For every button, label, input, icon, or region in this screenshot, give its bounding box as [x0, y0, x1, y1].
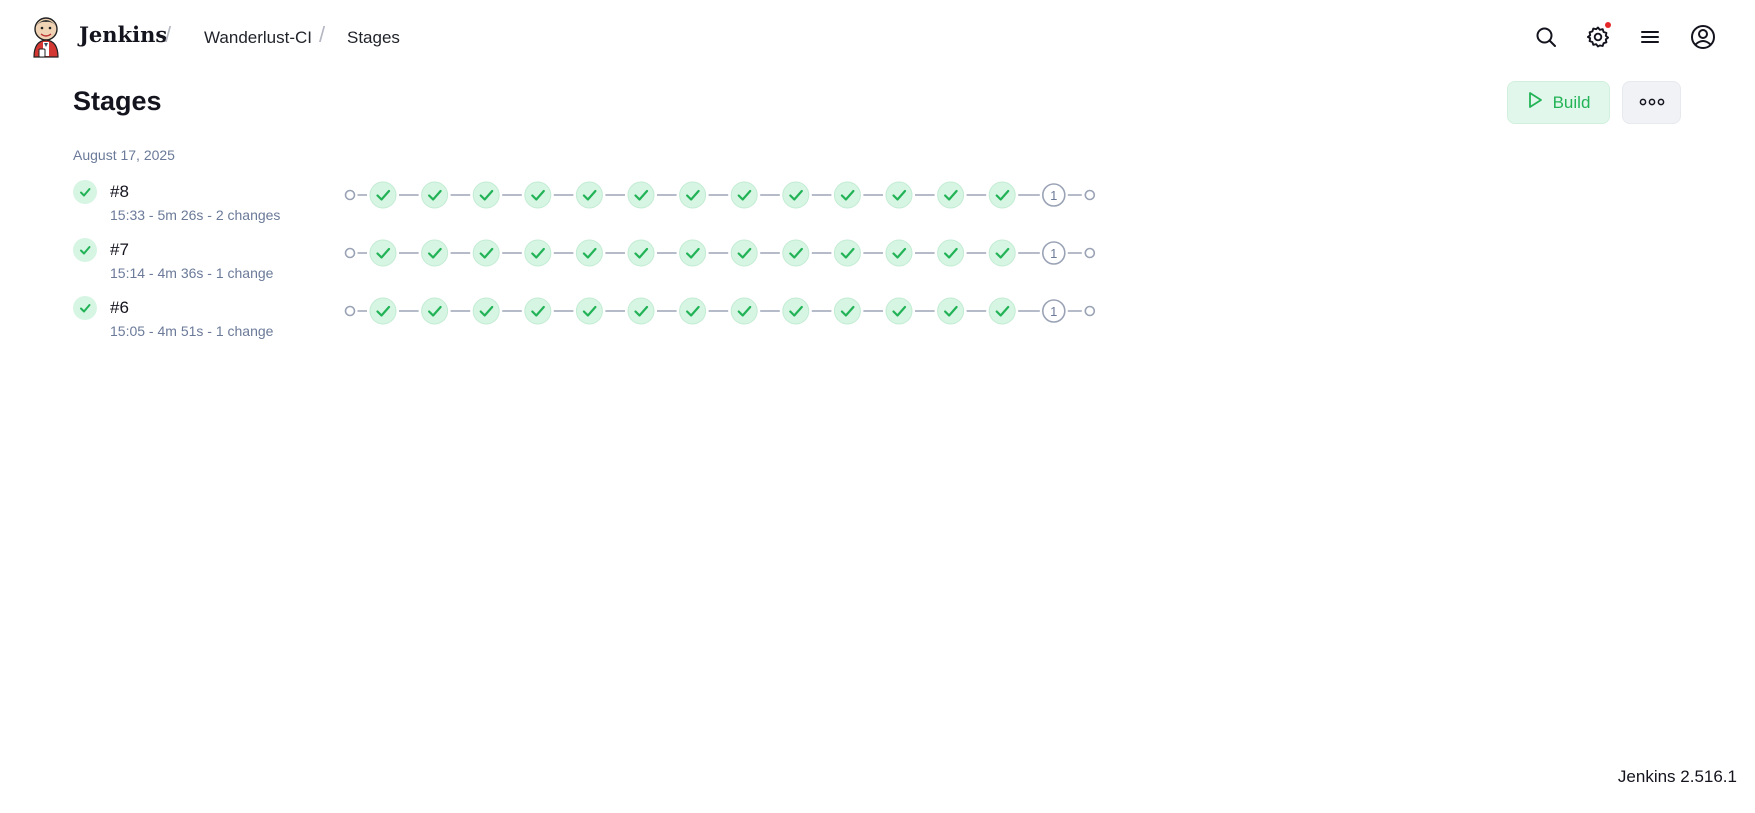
- stage-success-node[interactable]: [679, 181, 707, 209]
- breadcrumb-item-stages[interactable]: Stages: [347, 28, 400, 48]
- notification-dot: [1605, 22, 1611, 28]
- pipeline-end-node: [1084, 189, 1096, 201]
- build-meta: 15:33 - 5m 26s - 2 changes: [110, 207, 281, 223]
- build-status-success-icon[interactable]: [73, 296, 97, 320]
- svg-text:1: 1: [1050, 304, 1057, 319]
- stage-success-node[interactable]: [421, 181, 449, 209]
- stage-success-node[interactable]: [369, 297, 397, 325]
- stage-success-node[interactable]: [937, 297, 965, 325]
- stage-success-node[interactable]: [937, 239, 965, 267]
- pipeline-start-node: [344, 247, 356, 259]
- pipeline-end-node: [1084, 247, 1096, 259]
- stage-success-node[interactable]: [421, 239, 449, 267]
- stage-success-node[interactable]: [988, 239, 1016, 267]
- more-actions-button[interactable]: [1622, 81, 1681, 124]
- stage-success-node[interactable]: [885, 239, 913, 267]
- stage-success-node[interactable]: [369, 239, 397, 267]
- svg-text:1: 1: [1050, 188, 1057, 203]
- search-icon[interactable]: [1533, 24, 1559, 50]
- header-bar: Jenkins / Wanderlust-CI / Stages: [0, 0, 1755, 76]
- jenkins-version[interactable]: Jenkins 2.516.1: [1618, 767, 1737, 787]
- stage-pipeline: 1: [344, 297, 1105, 325]
- stage-pending-node[interactable]: 1: [1041, 299, 1066, 323]
- stage-success-node[interactable]: [988, 181, 1016, 209]
- build-button[interactable]: Build: [1507, 81, 1610, 124]
- stage-success-node[interactable]: [369, 181, 397, 209]
- stage-success-node[interactable]: [988, 297, 1016, 325]
- stage-success-node[interactable]: [627, 239, 655, 267]
- breadcrumb-separator: /: [319, 22, 326, 47]
- build-date-label: August 17, 2025: [73, 147, 175, 163]
- stage-success-node[interactable]: [472, 297, 500, 325]
- stage-success-node[interactable]: [421, 297, 449, 325]
- stage-success-node[interactable]: [679, 297, 707, 325]
- stage-success-node[interactable]: [679, 239, 707, 267]
- pipeline-start-node: [344, 305, 356, 317]
- breadcrumb-separator: /: [165, 22, 172, 47]
- build-row: #8 15:33 - 5m 26s - 2 changes 1: [73, 180, 1113, 232]
- stage-success-node[interactable]: [524, 297, 552, 325]
- stage-success-node[interactable]: [937, 181, 965, 209]
- stage-success-node[interactable]: [885, 181, 913, 209]
- stage-pipeline: 1: [344, 181, 1105, 209]
- build-status-success-icon[interactable]: [73, 180, 97, 204]
- stage-success-node[interactable]: [782, 181, 810, 209]
- stage-success-node[interactable]: [782, 297, 810, 325]
- stage-success-node[interactable]: [575, 181, 603, 209]
- stage-success-node[interactable]: [833, 297, 861, 325]
- stage-pipeline-graph: 1: [344, 297, 1096, 325]
- build-row: #7 15:14 - 4m 36s - 1 change 1: [73, 238, 1113, 290]
- stage-success-node[interactable]: [833, 239, 861, 267]
- play-icon: [1527, 91, 1543, 114]
- stage-success-node[interactable]: [524, 181, 552, 209]
- stage-success-node[interactable]: [833, 181, 861, 209]
- build-number[interactable]: #8: [110, 182, 129, 202]
- page-title: Stages: [73, 86, 162, 116]
- pipeline-end-node: [1084, 305, 1096, 317]
- menu-icon[interactable]: [1637, 24, 1663, 50]
- stage-pipeline-graph: 1: [344, 239, 1096, 267]
- stage-success-node[interactable]: [730, 297, 758, 325]
- stage-success-node[interactable]: [627, 181, 655, 209]
- stage-success-node[interactable]: [472, 181, 500, 209]
- stage-success-node[interactable]: [730, 181, 758, 209]
- stage-pending-node[interactable]: 1: [1041, 241, 1066, 265]
- build-status-success-icon[interactable]: [73, 238, 97, 262]
- breadcrumb-item-project[interactable]: Wanderlust-CI: [204, 28, 312, 48]
- stage-success-node[interactable]: [472, 239, 500, 267]
- stage-success-node[interactable]: [730, 239, 758, 267]
- jenkins-logo[interactable]: [30, 16, 62, 58]
- brand-name[interactable]: Jenkins: [79, 22, 167, 47]
- stage-pipeline-graph: 1: [344, 181, 1096, 209]
- svg-text:1: 1: [1050, 246, 1057, 261]
- stage-success-node[interactable]: [575, 239, 603, 267]
- stage-success-node[interactable]: [627, 297, 655, 325]
- build-button-label: Build: [1552, 92, 1591, 112]
- build-number[interactable]: #7: [110, 240, 129, 260]
- stage-pipeline: 1: [344, 239, 1105, 267]
- build-meta: 15:14 - 4m 36s - 1 change: [110, 265, 274, 281]
- gear-icon[interactable]: [1585, 22, 1611, 50]
- stage-success-node[interactable]: [575, 297, 603, 325]
- stage-success-node[interactable]: [885, 297, 913, 325]
- build-number[interactable]: #6: [110, 298, 129, 318]
- build-row: #6 15:05 - 4m 51s - 1 change 1: [73, 296, 1113, 348]
- stage-success-node[interactable]: [782, 239, 810, 267]
- stage-pending-node[interactable]: 1: [1041, 183, 1066, 207]
- pipeline-start-node: [344, 189, 356, 201]
- user-icon[interactable]: [1690, 24, 1716, 50]
- ellipsis-icon: [1639, 94, 1665, 112]
- stage-success-node[interactable]: [524, 239, 552, 267]
- build-meta: 15:05 - 4m 51s - 1 change: [110, 323, 274, 339]
